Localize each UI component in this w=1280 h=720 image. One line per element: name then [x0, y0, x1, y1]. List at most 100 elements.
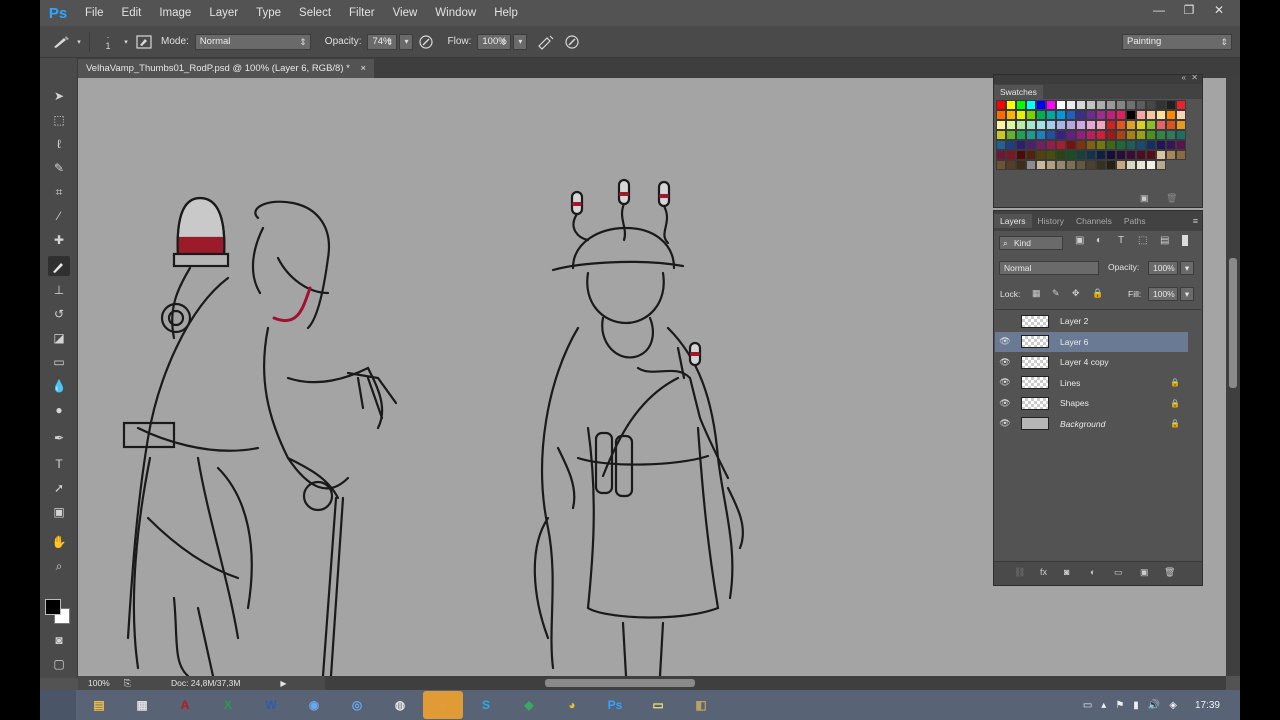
swatch[interactable]	[1076, 150, 1086, 160]
taskbar-skype-icon[interactable]: S	[466, 691, 506, 719]
swatch[interactable]	[996, 130, 1006, 140]
taskbar-photoshop-icon[interactable]: Ps	[595, 691, 635, 719]
swatch[interactable]	[1116, 120, 1126, 130]
swatch[interactable]	[1046, 140, 1056, 150]
close-tab-icon[interactable]: ×	[360, 63, 366, 74]
layer-row[interactable]: 👁 Layer 6	[995, 331, 1188, 352]
swatch[interactable]	[1106, 150, 1116, 160]
brush-panel-toggle-icon[interactable]	[131, 31, 157, 53]
swatch[interactable]	[1136, 140, 1146, 150]
swatch[interactable]	[1036, 140, 1046, 150]
swatch[interactable]	[1016, 160, 1026, 170]
swatch[interactable]	[1156, 140, 1166, 150]
swatch[interactable]	[1146, 120, 1156, 130]
pressure-size-icon[interactable]	[559, 31, 585, 53]
visibility-eye-icon[interactable]: 👁	[995, 336, 1015, 347]
swatch[interactable]	[1136, 160, 1146, 170]
clock[interactable]: 17:39	[1195, 700, 1220, 711]
new-layer-icon[interactable]: ▣	[1140, 567, 1149, 578]
taskbar-app-gray-icon[interactable]: ◍	[380, 691, 420, 719]
swatch[interactable]	[1066, 150, 1076, 160]
layer-row[interactable]: 👁 Lines 🔒	[995, 373, 1188, 393]
swatch[interactable]	[1016, 140, 1026, 150]
pressure-opacity-icon[interactable]	[413, 31, 439, 53]
layer-style-icon[interactable]: fx	[1040, 567, 1047, 577]
layer-opacity-slider-toggle[interactable]: ▾	[1180, 261, 1194, 275]
filter-pixel-icon[interactable]: ▣	[1075, 235, 1084, 246]
swatch[interactable]	[1166, 110, 1176, 120]
document-tab[interactable]: VelhaVamp_Thumbs01_RodP.psd @ 100% (Laye…	[78, 59, 375, 78]
swatch[interactable]	[1076, 130, 1086, 140]
swatch[interactable]	[1116, 140, 1126, 150]
swatch[interactable]	[1116, 100, 1126, 110]
swatch[interactable]	[1136, 100, 1146, 110]
show-desktop-icon[interactable]: ▭	[1083, 700, 1092, 711]
taskbar-sticky-notes-icon[interactable]: ▭	[638, 691, 678, 719]
swatch[interactable]	[1036, 160, 1046, 170]
swatch[interactable]	[1086, 110, 1096, 120]
swatch[interactable]	[1126, 110, 1136, 120]
swatch[interactable]	[1026, 100, 1036, 110]
swatch[interactable]	[1096, 100, 1106, 110]
swatch[interactable]	[996, 150, 1006, 160]
dodge-tool-icon[interactable]: ●	[48, 400, 70, 420]
swatch[interactable]	[1006, 150, 1016, 160]
swatch[interactable]	[1106, 140, 1116, 150]
swatch[interactable]	[1046, 120, 1056, 130]
layer-row[interactable]: 👁 Shapes 🔒	[995, 393, 1188, 413]
swatch[interactable]	[1176, 150, 1186, 160]
delete-swatch-icon[interactable]: 🗑	[1166, 193, 1177, 204]
path-selection-tool-icon[interactable]: ➚	[48, 478, 70, 498]
add-mask-icon[interactable]: ◙	[1064, 567, 1069, 577]
swatch[interactable]	[1036, 100, 1046, 110]
taskbar-app-brown-icon[interactable]: ◧	[681, 691, 721, 719]
minimize-button[interactable]: —	[1144, 0, 1174, 22]
tab-channels[interactable]: Channels	[1070, 214, 1118, 228]
swatch[interactable]	[1166, 100, 1176, 110]
swatch[interactable]	[1166, 130, 1176, 140]
swatch[interactable]	[1086, 120, 1096, 130]
swatch[interactable]	[1066, 130, 1076, 140]
swatch[interactable]	[1066, 100, 1076, 110]
swatch[interactable]	[1126, 150, 1136, 160]
swatch[interactable]	[1076, 120, 1086, 130]
lock-all-icon[interactable]: 🔒	[1092, 288, 1103, 299]
taskbar-chrome-icon[interactable]: ◕	[552, 691, 592, 719]
swatch[interactable]	[1146, 100, 1156, 110]
zoom-level[interactable]: 100%	[88, 678, 110, 688]
swatch[interactable]	[1106, 110, 1116, 120]
swatch[interactable]	[1046, 150, 1056, 160]
swatch[interactable]	[1046, 110, 1056, 120]
close-button[interactable]: ✕	[1204, 0, 1234, 22]
fill-input[interactable]: 100%	[1148, 287, 1178, 301]
swatch[interactable]	[1066, 160, 1076, 170]
swatch[interactable]	[1066, 120, 1076, 130]
swatch[interactable]	[1076, 140, 1086, 150]
filter-adjustment-icon[interactable]: ◐	[1096, 235, 1102, 246]
menu-help[interactable]: Help	[485, 7, 527, 19]
taskbar-notepad-icon[interactable]: ▦	[122, 691, 162, 719]
swatch[interactable]	[1056, 110, 1066, 120]
swatch[interactable]	[1136, 130, 1146, 140]
swatch[interactable]	[1096, 110, 1106, 120]
swatch[interactable]	[1146, 160, 1156, 170]
swatch[interactable]	[1046, 160, 1056, 170]
swatch[interactable]	[1026, 130, 1036, 140]
swatch[interactable]	[1036, 120, 1046, 130]
workspace-select[interactable]: Painting	[1122, 34, 1232, 50]
gradient-tool-icon[interactable]: ▭	[48, 352, 70, 372]
swatch[interactable]	[1056, 120, 1066, 130]
lock-image-icon[interactable]: ✎	[1052, 288, 1060, 299]
swatch[interactable]	[1096, 160, 1106, 170]
swatch[interactable]	[1016, 100, 1026, 110]
swatch[interactable]	[1156, 160, 1166, 170]
swatch[interactable]	[1036, 130, 1046, 140]
adjustment-layer-icon[interactable]: ◐	[1090, 567, 1095, 577]
marquee-tool-icon[interactable]: ⬚	[48, 110, 70, 130]
swatch[interactable]	[1056, 140, 1066, 150]
swatch[interactable]	[996, 160, 1006, 170]
airbrush-icon[interactable]	[533, 31, 559, 53]
clone-stamp-tool-icon[interactable]: ⊥	[48, 280, 70, 300]
foreground-color-swatch[interactable]	[45, 599, 61, 615]
tray-chevron-icon[interactable]: ▴	[1101, 700, 1106, 711]
